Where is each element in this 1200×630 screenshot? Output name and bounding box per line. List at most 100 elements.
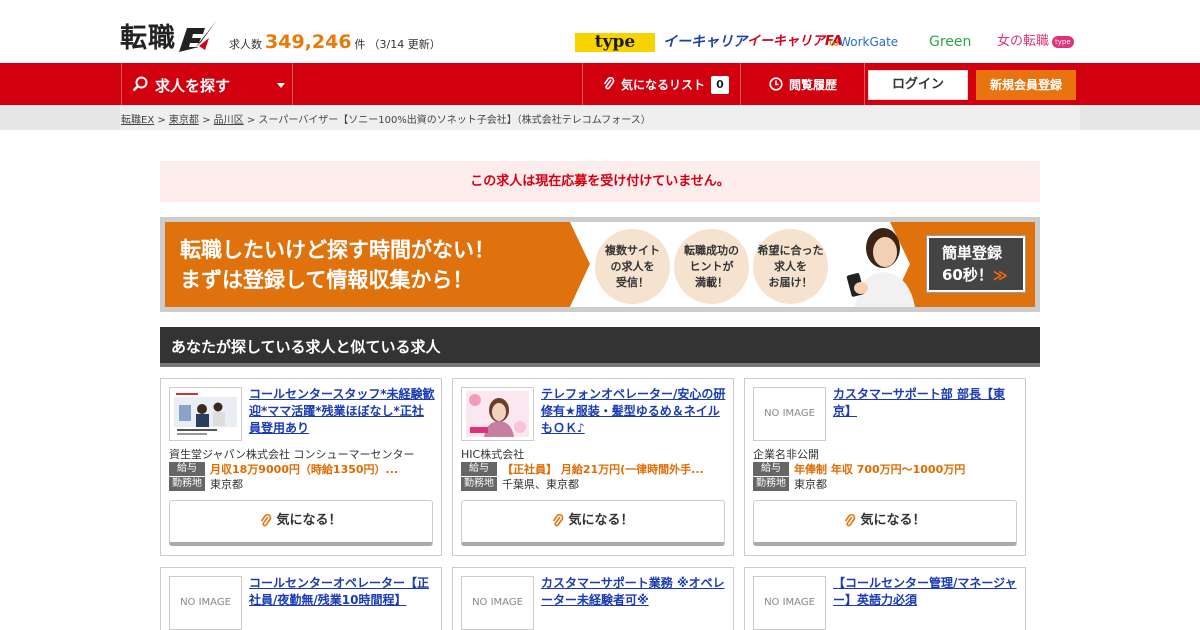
office-photo-image [174,391,237,437]
job-thumbnail-noimage[interactable]: NO IMAGE [169,576,242,630]
banner-point-text: 複数サイト の求人を 受信！ [605,243,660,289]
job-salary-row: 給与 月収18万9000円（時給1350円）... [169,461,398,477]
favorites-list-link[interactable]: 気になるリスト 0 [582,63,741,105]
job-title-link[interactable]: コールセンタースタッフ*未経験歓迎*ママ活躍*残業ほぼなし*正社員登用あり [249,386,435,437]
banner-point-2: 転職成功の ヒントが 満載！ [674,229,749,304]
paperclip-icon [603,77,615,90]
job-title-link[interactable]: カスタマーサポート業務 ※オペレーター未経験者可※ [541,575,727,609]
favorite-button[interactable]: 気になる！ [461,500,725,546]
woman-with-phone-image [846,228,915,307]
register-button[interactable]: 新規会員登録 [976,70,1076,100]
favorite-button[interactable]: 気になる！ [753,500,1017,546]
double-arrow-icon: ≫ [992,268,1008,284]
job-thumbnail[interactable] [169,387,242,441]
banner-point-1: 複数サイト の求人を 受信！ [595,229,670,304]
chevron-down-icon [277,83,285,88]
job-salary-row: 給与 【正社員】 月給21万円(一律時間外手... [461,461,704,477]
job-location-row: 勤務地 東京都 [169,476,243,492]
banner-line2: まずは登録して情報収集から！ [180,268,474,292]
history-link[interactable]: 閲覧履歴 [741,63,865,105]
brand-ecareer-link[interactable]: イーキャリア [663,32,747,52]
job-search-label: 求人を探す [155,77,231,95]
job-company: HIC株式会社 [461,448,525,461]
breadcrumb: 転職EX > 東京都 > 品川区 > スーパーバイザー【ソニー100%出資のソネ… [121,111,651,126]
job-card: テレフォンオペレーター/安心の研修有★服装・髪型ゆるめ＆ネイルもＯＫ♪ HIC株… [452,378,734,556]
job-card: NO IMAGE コールセンターオペレーター【正社員/夜勤無/残業10時間程】 [160,567,442,630]
job-card: NO IMAGE カスタマーサポート部 部長【東京】 企業名非公開 給与 年俸制… [744,378,1026,556]
job-title-link[interactable]: テレフォンオペレーター/安心の研修有★服装・髪型ゆるめ＆ネイルもＯＫ♪ [541,386,727,437]
similar-jobs-heading: あなたが探している求人と似ている求人 [160,327,1040,367]
cta-line2: 60秒！≫ [942,264,1023,287]
logo-text: 転職 [120,23,176,54]
job-title-link[interactable]: カスタマーサポート部 部長【東京】 [833,386,1019,420]
brand-green-link[interactable]: Green [929,32,989,52]
job-location: 東京都 [210,478,243,491]
login-button[interactable]: ログイン [868,70,968,100]
job-thumbnail[interactable] [461,387,534,441]
location-tag: 勤務地 [169,477,205,491]
workgate-w-icon: ω [829,35,840,49]
job-salary: 年俸制 年収 700万円〜1000万円 [794,463,966,476]
register-banner[interactable]: 転職したいけど探す時間がない！ まずは登録して情報収集から！ 複数サイト の求人… [160,217,1040,312]
salary-tag: 給与 [169,462,205,476]
brand-workgate-label: WorkGate [839,35,899,49]
breadcrumb-sep: > [243,115,259,126]
banner-line1: 転職したいけど探す時間がない！ [180,238,495,262]
job-card: NO IMAGE カスタマーサポート業務 ※オペレーター未経験者可※ [452,567,734,630]
cta-line2-text: 60秒！ [942,266,993,284]
job-search-menu[interactable]: 求人を探す [121,63,293,105]
job-salary: 【正社員】 月給21万円(一律時間外手... [502,463,704,476]
job-location: 千葉県、東京都 [502,478,579,491]
banner-point-3: 希望に合った 求人を お届け！ [753,229,828,304]
job-title-link[interactable]: コールセンターオペレーター【正社員/夜勤無/残業10時間程】 [249,575,435,609]
brand-onna-label: 女の転職 [997,34,1050,49]
salary-tag: 給与 [461,462,497,476]
job-card: コールセンタースタッフ*未経験歓迎*ママ活躍*残業ほぼなし*正社員登用あり 資生… [160,378,442,556]
job-title-link[interactable]: 【コールセンター管理/マネージャー】英語力必須 [833,575,1019,609]
breadcrumb-current: スーパーバイザー【ソニー100%出資のソネット子会社】（株式会社テレコムフォース… [258,115,651,126]
job-count-update: （3/14 更新） [368,38,441,51]
favorite-label: 気になる！ [568,513,634,528]
closed-notice: この求人は現在応募を受け付けていません。 [160,161,1040,202]
paperclip-icon [553,513,564,526]
cta-line1: 簡単登録 [942,244,1003,262]
breadcrumb-home-link[interactable]: 転職EX [121,115,154,126]
breadcrumb-sep: > [154,115,169,126]
favorite-label: 気になる！ [276,513,342,528]
job-salary-row: 給与 年俸制 年収 700万円〜1000万円 [753,461,965,477]
partner-brands: type イーキャリア イーキャリアFA ωWorkGate Green 女の転… [575,32,1082,52]
job-company: 企業名非公開 [753,448,819,461]
favorite-button[interactable]: 気になる！ [169,500,433,546]
site-logo[interactable]: 転職 [120,12,217,52]
job-location-row: 勤務地 東京都 [753,476,827,492]
location-tag: 勤務地 [753,477,789,491]
clock-icon [769,77,783,91]
job-location-row: 勤務地 千葉県、東京都 [461,476,579,492]
job-thumbnail-noimage[interactable]: NO IMAGE [461,576,534,630]
job-count-prefix: 求人数 [229,38,262,51]
top-header: 転職 求人数 349,246 件 （3/14 更新） type イーキャリア イ… [0,0,1200,63]
breadcrumb-pref-link[interactable]: 東京都 [169,115,199,126]
paperclip-icon [261,513,272,526]
woman-photo-image [466,391,529,437]
job-thumbnail-noimage[interactable]: NO IMAGE [753,576,826,630]
favorites-count-badge: 0 [711,76,729,94]
banner-point-text: 希望に合った 求人を お届け！ [757,243,824,289]
job-card: NO IMAGE 【コールセンター管理/マネージャー】英語力必須 [744,567,1026,630]
history-label: 閲覧履歴 [789,77,838,92]
breadcrumb-city-link[interactable]: 品川区 [214,115,244,126]
job-thumbnail-noimage[interactable]: NO IMAGE [753,387,826,441]
brand-workgate-link[interactable]: ωWorkGate [829,32,907,52]
job-count-unit: 件 [354,38,366,51]
job-salary: 月収18万9000円（時給1350円）... [210,463,399,476]
brand-onna-pill: type [1052,36,1074,48]
salary-tag: 給与 [753,462,789,476]
logo-ex-mark [177,18,217,52]
brand-type-link[interactable]: type [575,32,655,52]
quick-register-button[interactable]: 簡単登録 60秒！≫ [927,236,1025,292]
banner-message: 転職したいけど探す時間がない！ まずは登録して情報収集から！ [180,235,495,295]
brand-onna-link[interactable]: 女の転職 type [997,32,1074,52]
job-company: 資生堂ジャパン株式会社 コンシューマーセンター [169,448,415,461]
job-count: 求人数 349,246 件 （3/14 更新） [229,31,441,53]
brand-ecareer-fa-link[interactable]: イーキャリアFA [747,32,842,52]
